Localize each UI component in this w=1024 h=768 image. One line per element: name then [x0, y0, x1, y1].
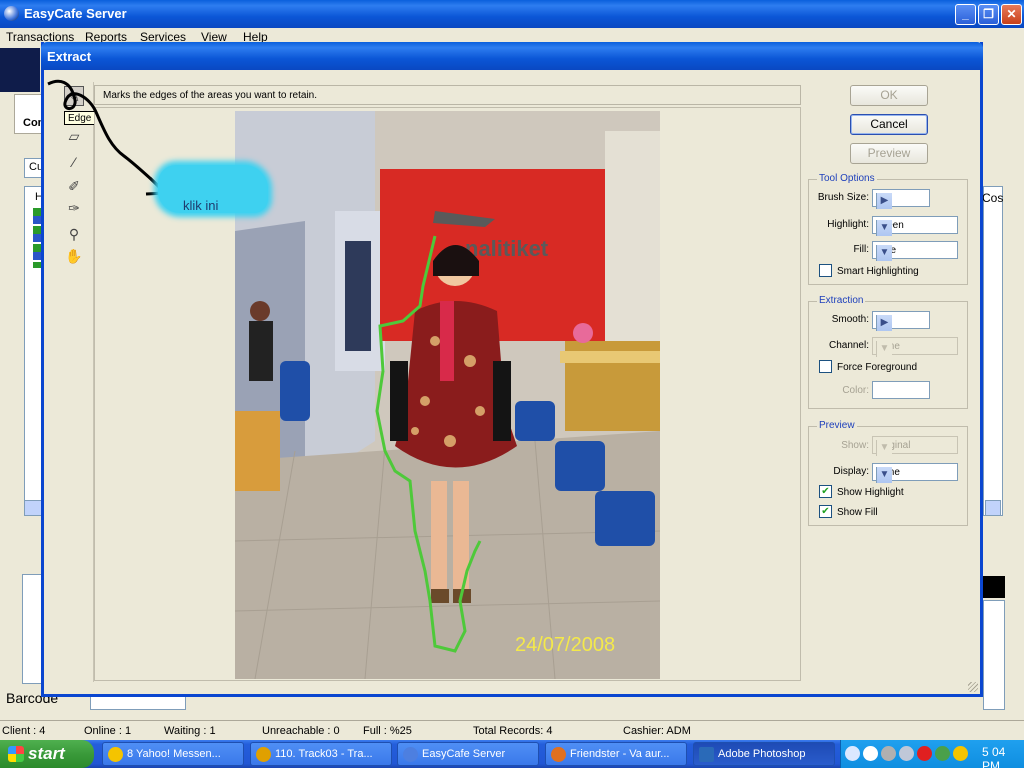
annotation-arrow [47, 79, 169, 196]
screen: { "app": { "title": "EasyCafe Server", "… [0, 0, 1024, 768]
annotation-text: klik ini [183, 198, 219, 213]
